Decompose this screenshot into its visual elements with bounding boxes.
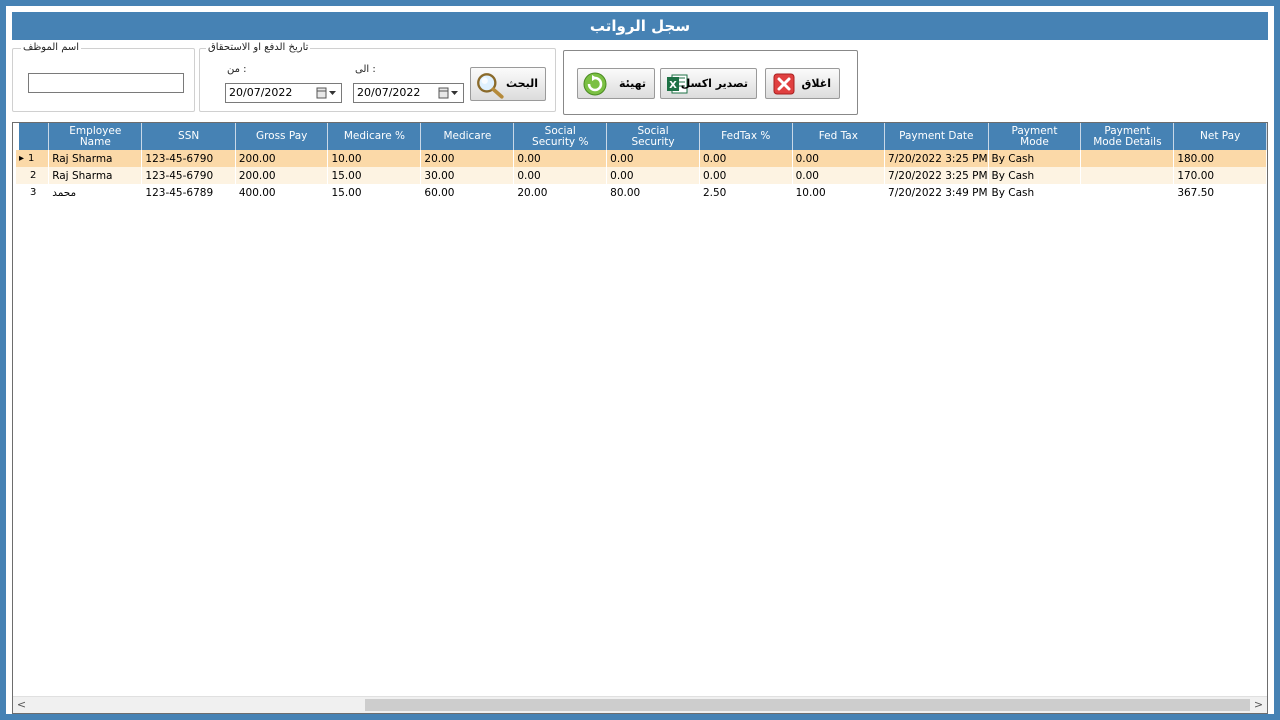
export-excel-button-label: تصدير اكسل (680, 77, 748, 90)
row-header-corner (13, 123, 50, 150)
table-cell[interactable]: Raj Sharma (48, 150, 142, 167)
row-number: 3 (30, 187, 37, 198)
scroll-right-arrow-icon[interactable]: > (1250, 697, 1267, 713)
column-header[interactable]: Gross Pay (235, 123, 329, 150)
payroll-table: Employee Name SSN Gross Pay Medicare % Medic… (13, 123, 1267, 201)
column-header[interactable]: Payment Mode Details (1080, 123, 1175, 150)
column-header[interactable]: SSN (141, 123, 236, 150)
employee-name-input[interactable] (28, 73, 184, 93)
row-header[interactable]: 3 (16, 184, 49, 201)
table-cell[interactable]: 123-45-6790 (141, 150, 236, 167)
date-filter-group: تاريخ الدفع او الاستحقاق : من : الى 20/0… (199, 42, 556, 112)
refresh-icon (583, 72, 607, 96)
table-cell[interactable]: 15.00 (327, 167, 421, 184)
table-cell[interactable] (1081, 184, 1174, 201)
table-cell[interactable]: محمد (49, 184, 142, 201)
row-header[interactable]: 2 (16, 167, 49, 184)
calendar-dropdown-icon[interactable] (438, 86, 460, 100)
table-cell[interactable]: 15.00 (328, 184, 421, 201)
column-header[interactable]: Employee Name (48, 123, 143, 150)
column-header[interactable]: Payment Mode (988, 123, 1082, 150)
column-header[interactable]: Payment Date (884, 123, 989, 150)
to-date-value: 20/07/2022 (357, 86, 421, 99)
column-header[interactable]: Net Pay (1173, 123, 1267, 150)
table-cell[interactable]: By Cash (988, 150, 1081, 167)
table-cell[interactable]: 20.00 (420, 150, 514, 167)
search-button-label: البحث (506, 77, 538, 90)
table-cell[interactable]: 30.00 (420, 167, 514, 184)
scrollbar-thumb[interactable] (365, 699, 1250, 711)
column-header[interactable]: Medicare (420, 123, 515, 150)
table-cell[interactable]: 7/20/2022 3:49 PM (885, 184, 988, 201)
table-cell[interactable]: 0.00 (792, 167, 885, 184)
calendar-dropdown-icon[interactable] (316, 86, 338, 100)
magnifier-icon (477, 73, 504, 99)
reset-button[interactable]: تهيئة (577, 68, 655, 99)
column-header[interactable]: FedTax % (699, 123, 793, 150)
actions-group: تهيئة X تصدير اكسل اغلاق (563, 50, 858, 115)
table-cell[interactable]: Raj Sharma (48, 167, 142, 184)
table-cell[interactable]: 0.00 (606, 150, 700, 167)
to-label: : الى (355, 64, 376, 75)
column-header[interactable]: Medicare % (327, 123, 422, 150)
table-row[interactable]: 2 Raj Sharma 123-45-6790 200.00 15.00 30.00 0.… (16, 167, 1267, 184)
table-cell[interactable]: 10.00 (792, 184, 884, 201)
table-cell[interactable]: 60.00 (421, 184, 514, 201)
table-cell[interactable]: 0.00 (513, 150, 607, 167)
table-cell[interactable]: 123-45-6789 (142, 184, 235, 201)
table-cell[interactable]: 0.00 (606, 167, 700, 184)
employee-name-group: اسم الموظف (12, 42, 195, 112)
grid-header-row: Employee Name SSN Gross Pay Medicare % Medic… (13, 123, 1267, 150)
table-cell[interactable]: By Cash (988, 184, 1081, 201)
table-cell[interactable]: 170.00 (1173, 167, 1267, 184)
table-cell[interactable]: 123-45-6790 (141, 167, 236, 184)
table-cell[interactable]: 7/20/2022 3:25 PM (884, 150, 989, 167)
from-label: : من (227, 64, 247, 75)
table-cell[interactable]: 200.00 (235, 167, 328, 184)
from-date-value: 20/07/2022 (229, 86, 293, 99)
table-cell[interactable]: 200.00 (235, 150, 328, 167)
table-cell[interactable]: 80.00 (607, 184, 700, 201)
window-title: سجل الرواتب (12, 12, 1268, 40)
to-date-picker[interactable]: 20/07/2022 (353, 83, 464, 103)
row-number: 1 (28, 153, 35, 164)
row-number: 2 (30, 170, 37, 181)
column-header[interactable]: Fed Tax (792, 123, 886, 150)
close-icon (773, 73, 795, 95)
horizontal-scrollbar[interactable]: < > (13, 696, 1267, 713)
date-filter-legend: تاريخ الدفع او الاستحقاق (206, 42, 311, 53)
table-cell[interactable]: 0.00 (699, 167, 793, 184)
scroll-left-arrow-icon[interactable]: < (13, 697, 30, 713)
table-row[interactable]: ▸ 1 Raj Sharma 123-45-6790 200.00 10.00 20.00 0… (16, 150, 1267, 167)
employee-name-legend: اسم الموظف (21, 42, 82, 53)
table-cell[interactable]: 0.00 (699, 150, 793, 167)
reset-button-label: تهيئة (618, 77, 646, 90)
payroll-grid[interactable]: Employee Name SSN Gross Pay Medicare % Medic… (12, 122, 1268, 714)
row-header[interactable]: ▸ 1 (16, 150, 49, 167)
column-header[interactable]: Social Security (606, 123, 700, 150)
close-button-label: اغلاق (801, 77, 831, 90)
table-cell[interactable]: 367.50 (1174, 184, 1267, 201)
table-cell[interactable] (1080, 150, 1174, 167)
table-cell[interactable]: 7/20/2022 3:25 PM (884, 167, 989, 184)
table-row[interactable]: 3 محمد 123-45-6789 400.00 15.00 60.00 20.00 80.… (16, 184, 1267, 201)
table-cell[interactable]: 2.50 (699, 184, 792, 201)
table-cell[interactable] (1080, 167, 1174, 184)
table-cell[interactable]: 10.00 (327, 150, 421, 167)
current-row-indicator-icon: ▸ (19, 153, 25, 164)
table-cell[interactable]: 180.00 (1173, 150, 1267, 167)
search-button[interactable]: البحث (470, 67, 546, 101)
close-button[interactable]: اغلاق (765, 68, 840, 99)
table-cell[interactable]: 0.00 (792, 150, 885, 167)
table-cell[interactable]: 20.00 (514, 184, 607, 201)
column-header[interactable]: Social Security % (513, 123, 608, 150)
table-cell[interactable]: 400.00 (235, 184, 328, 201)
svg-text:X: X (669, 80, 677, 91)
table-cell[interactable]: By Cash (988, 167, 1081, 184)
export-excel-button[interactable]: X تصدير اكسل (660, 68, 757, 99)
table-cell[interactable]: 0.00 (513, 167, 607, 184)
from-date-picker[interactable]: 20/07/2022 (225, 83, 342, 103)
